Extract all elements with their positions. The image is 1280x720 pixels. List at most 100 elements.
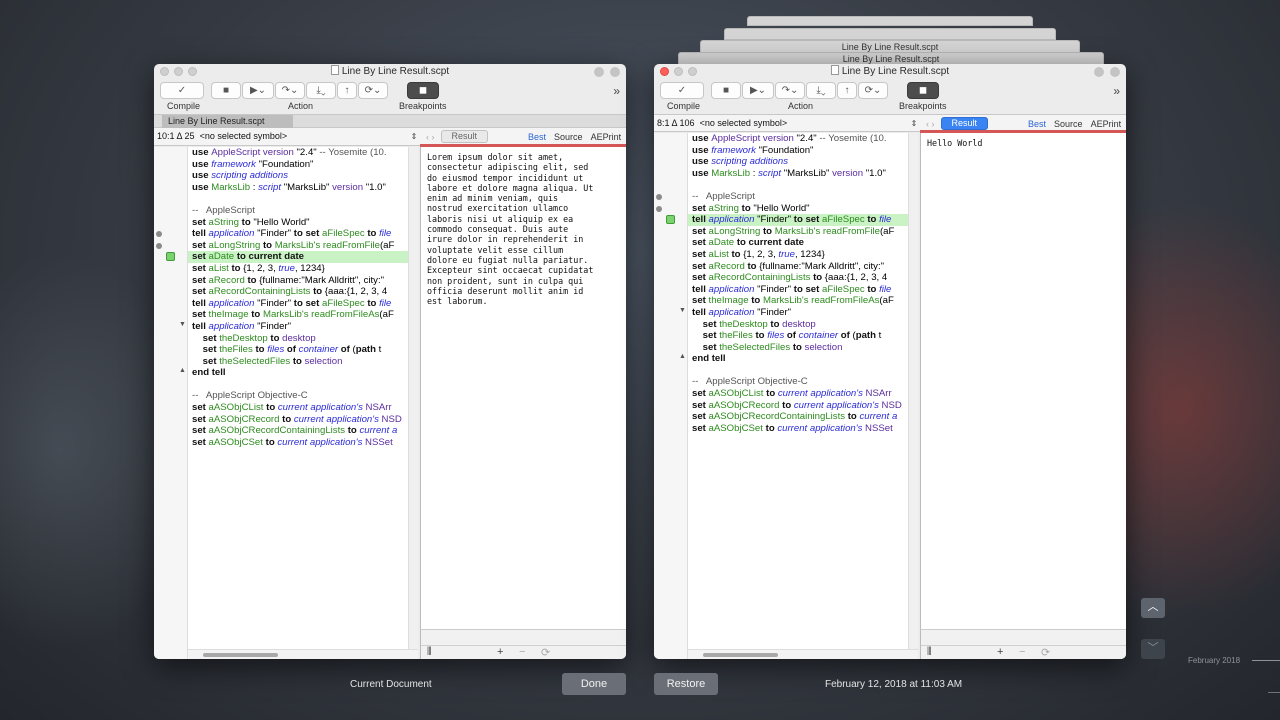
code-line[interactable]: set aString to "Hello World" [688, 203, 908, 215]
horizontal-scrollbar[interactable] [688, 649, 918, 659]
code-line[interactable]: use AppleScript version "2.4" -- Yosemit… [188, 147, 408, 159]
scroll-thumb[interactable] [703, 653, 778, 657]
source-tab[interactable]: Source [550, 132, 587, 142]
fold-close-icon[interactable]: ▲ [179, 367, 186, 374]
nav-position[interactable]: 10:1 Δ 25 <no selected symbol> [157, 131, 287, 141]
compile-button[interactable]: ✓ [660, 82, 704, 99]
code-line[interactable]: -- AppleScript Objective-C [188, 390, 408, 402]
breakpoints-button[interactable]: ◼ [907, 82, 939, 99]
code-line[interactable]: use framework "Foundation" [188, 159, 408, 171]
code-line[interactable]: set aLongString to MarksLib's readFromFi… [188, 240, 408, 252]
breakpoint-marker[interactable] [656, 205, 662, 212]
stop-button[interactable]: ■ [711, 82, 741, 99]
code-line[interactable]: set aRecord to {fullname:"Mark Alldritt"… [688, 261, 908, 273]
restore-button[interactable]: Restore [654, 673, 718, 695]
step-over-button[interactable]: ↷⌄ [775, 82, 805, 99]
add-icon[interactable]: + [997, 646, 1003, 658]
close-button[interactable] [660, 67, 669, 76]
code-line[interactable]: tell application "Finder" to set aFileSp… [188, 228, 408, 240]
source-tab[interactable]: Source [1050, 119, 1087, 129]
history-arrows-icon[interactable]: ‹ › [926, 119, 935, 129]
breakpoint-marker[interactable] [656, 194, 662, 200]
symbol-selector[interactable]: <no selected symbol> [200, 131, 288, 141]
code-line[interactable]: set aList to {1, 2, 3, true, 1234} [688, 249, 908, 261]
code-line[interactable]: set aASObjCRecord to current application… [688, 400, 908, 412]
code-line[interactable]: tell application "Finder" to set aFileSp… [188, 298, 408, 310]
code-line[interactable]: set aRecordContainingLists to {aaa:{1, 2… [688, 272, 908, 284]
code-line[interactable]: -- AppleScript Objective-C [688, 376, 908, 388]
code-line[interactable]: end tell [688, 353, 908, 365]
code-line[interactable]: use framework "Foundation" [688, 145, 908, 157]
code-line[interactable]: use MarksLib : script "MarksLib" version… [688, 168, 908, 180]
code-line[interactable]: tell application "Finder" to set aFileSp… [688, 284, 908, 296]
code-line[interactable]: set aDate to current date [188, 251, 408, 263]
current-document-window[interactable]: Line By Line Result.scpt ✓ Compile ■ ▶⌄ … [154, 64, 626, 659]
code-line[interactable]: set theSelectedFiles to selection [688, 342, 908, 354]
code-line[interactable]: set aASObjCSet to current application's … [188, 437, 408, 449]
document-tab[interactable]: Line By Line Result.scpt [162, 115, 293, 128]
pause-icon[interactable] [1094, 67, 1104, 77]
compile-button[interactable]: ✓ [160, 82, 204, 99]
toolbar-overflow-icon[interactable]: » [1113, 84, 1120, 98]
step-out-button[interactable]: ↑ [337, 82, 357, 99]
gear-icon[interactable] [1110, 67, 1120, 77]
code-line[interactable]: set aASObjCRecord to current application… [188, 414, 408, 426]
code-editor[interactable]: use AppleScript version "2.4" -- Yosemit… [688, 133, 908, 649]
result-pane[interactable]: Lorem ipsum dolor sit amet, consectetur … [420, 147, 626, 629]
gutter[interactable]: ▼ ▲ [154, 147, 188, 659]
best-tab[interactable]: Best [524, 132, 550, 142]
continue-button[interactable]: ⟳⌄ [858, 82, 888, 99]
continue-button[interactable]: ⟳⌄ [358, 82, 388, 99]
run-button[interactable]: ▶⌄ [742, 82, 774, 99]
symbol-dropdown-icon[interactable]: ⇕ [409, 128, 419, 145]
snapshot-window[interactable]: Line By Line Result.scpt ✓ Compile ■ ▶⌄ … [654, 64, 1126, 659]
result-tab[interactable]: Result [940, 117, 989, 130]
code-line[interactable]: tell application "Finder" to set aFileSp… [688, 214, 908, 226]
symbol-dropdown-icon[interactable]: ⇕ [909, 115, 919, 132]
code-line[interactable]: set theFiles to files of container of (p… [688, 330, 908, 342]
stop-button[interactable]: ■ [211, 82, 241, 99]
result-pane[interactable]: Hello World [920, 133, 1126, 629]
refresh-icon[interactable]: ⟳ [541, 646, 550, 659]
breakpoint-marker[interactable] [156, 231, 162, 238]
code-line[interactable]: -- AppleScript [188, 205, 408, 217]
remove-icon[interactable]: − [1019, 646, 1025, 658]
code-line[interactable]: set theDesktop to desktop [688, 319, 908, 331]
result-tab[interactable]: Result [440, 130, 489, 143]
code-line[interactable]: use scripting additions [188, 170, 408, 182]
code-line[interactable]: set theImage to MarksLib's readFromFileA… [688, 295, 908, 307]
breakpoints-button[interactable]: ◼ [407, 82, 439, 99]
code-line[interactable]: tell application "Finder" [688, 307, 908, 319]
best-tab[interactable]: Best [1024, 119, 1050, 129]
run-button[interactable]: ▶⌄ [242, 82, 274, 99]
code-line[interactable]: set theDesktop to desktop [188, 333, 408, 345]
nav-position[interactable]: 8:1 Δ 106 <no selected symbol> [657, 118, 787, 128]
code-line[interactable]: use scripting additions [688, 156, 908, 168]
code-line[interactable]: use AppleScript version "2.4" -- Yosemit… [688, 133, 908, 145]
code-line[interactable]: set aASObjCSet to current application's … [688, 423, 908, 435]
scroll-thumb[interactable] [203, 653, 278, 657]
code-line[interactable]: set aRecord to {fullname:"Mark Alldritt"… [188, 275, 408, 287]
minimize-button[interactable] [174, 67, 183, 76]
history-arrows-icon[interactable]: ‹ › [426, 132, 435, 142]
code-line[interactable]: set aDate to current date [688, 237, 908, 249]
code-line[interactable]: set aASObjCRecordContainingLists to curr… [188, 425, 408, 437]
code-line[interactable]: set theFiles to files of container of (p… [188, 344, 408, 356]
code-line[interactable] [688, 365, 908, 377]
aeprint-tab[interactable]: AEPrint [1087, 119, 1126, 129]
fold-open-icon[interactable]: ▼ [679, 307, 686, 314]
code-line[interactable]: tell application "Finder" [188, 321, 408, 333]
done-button[interactable]: Done [562, 673, 626, 695]
code-line[interactable]: set theSelectedFiles to selection [188, 356, 408, 368]
refresh-icon[interactable]: ⟳ [1041, 646, 1050, 659]
step-into-button[interactable]: ⤓⌄ [806, 82, 836, 99]
code-line[interactable]: end tell [188, 367, 408, 379]
symbol-selector[interactable]: <no selected symbol> [700, 118, 788, 128]
code-line[interactable]: set aList to {1, 2, 3, true, 1234} [188, 263, 408, 275]
close-button[interactable] [160, 67, 169, 76]
code-line[interactable]: use MarksLib : script "MarksLib" version… [188, 182, 408, 194]
code-line[interactable]: set aLongString to MarksLib's readFromFi… [688, 226, 908, 238]
breakpoint-marker[interactable] [156, 242, 162, 249]
code-line[interactable]: set aRecordContainingLists to {aaa:{1, 2… [188, 286, 408, 298]
fold-open-icon[interactable]: ▼ [179, 321, 186, 328]
